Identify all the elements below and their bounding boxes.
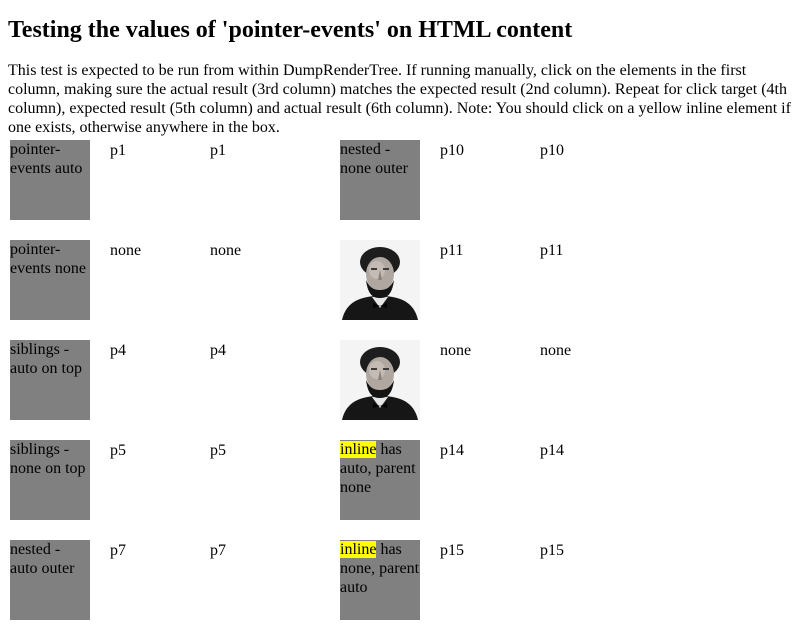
- actual-result: p7: [210, 542, 226, 559]
- target-label: nested - auto outer: [10, 541, 75, 577]
- click-target-box[interactable]: inline has auto, parent none: [340, 440, 420, 520]
- actual-result: p15: [540, 542, 564, 559]
- inline-highlight[interactable]: inline: [340, 541, 377, 558]
- target-label: pointer-events auto: [10, 141, 83, 177]
- portrait-photo[interactable]: [340, 340, 420, 420]
- actual-result: p1: [210, 142, 226, 159]
- page-title: Testing the values of 'pointer-events' o…: [8, 17, 573, 43]
- expected-result: p10: [440, 142, 464, 159]
- click-target-box[interactable]: inline has none, parent auto: [340, 540, 420, 620]
- click-target-box[interactable]: pointer-events none: [10, 240, 90, 320]
- click-target-box[interactable]: siblings - none on top: [10, 440, 90, 520]
- test-description: This test is expected to be run from wit…: [8, 62, 791, 136]
- expected-result: p4: [110, 342, 126, 359]
- actual-result: p10: [540, 142, 564, 159]
- expected-result: p14: [440, 442, 464, 459]
- actual-result: p5: [210, 442, 226, 459]
- portrait-image: [340, 340, 420, 420]
- expected-result: p7: [110, 542, 126, 559]
- actual-result: p4: [210, 342, 226, 359]
- actual-result: p11: [540, 242, 564, 259]
- actual-result: none: [210, 242, 242, 259]
- actual-result: none: [540, 342, 572, 359]
- target-label: pointer-events none: [10, 241, 86, 277]
- expected-result: p15: [440, 542, 464, 559]
- expected-result: p5: [110, 442, 126, 459]
- portrait-image: [340, 240, 420, 320]
- target-label: inline has auto, parent none: [340, 440, 420, 497]
- target-label: nested - none outer: [340, 141, 408, 177]
- expected-result: none: [110, 242, 142, 259]
- target-label: inline has none, parent auto: [340, 540, 420, 597]
- target-label: siblings - none on top: [10, 441, 86, 477]
- click-target-box[interactable]: pointer-events auto: [10, 140, 90, 220]
- actual-result: p14: [540, 442, 564, 459]
- target-label: siblings - auto on top: [10, 341, 82, 377]
- click-target-box[interactable]: siblings - auto on top: [10, 340, 90, 420]
- expected-result: p1: [110, 142, 126, 159]
- expected-result: none: [440, 342, 472, 359]
- inline-highlight[interactable]: inline: [340, 441, 377, 458]
- expected-result: p11: [440, 242, 464, 259]
- click-target-box[interactable]: nested - none outer: [340, 140, 420, 220]
- portrait-photo[interactable]: [340, 240, 420, 320]
- click-target-box[interactable]: nested - auto outer: [10, 540, 90, 620]
